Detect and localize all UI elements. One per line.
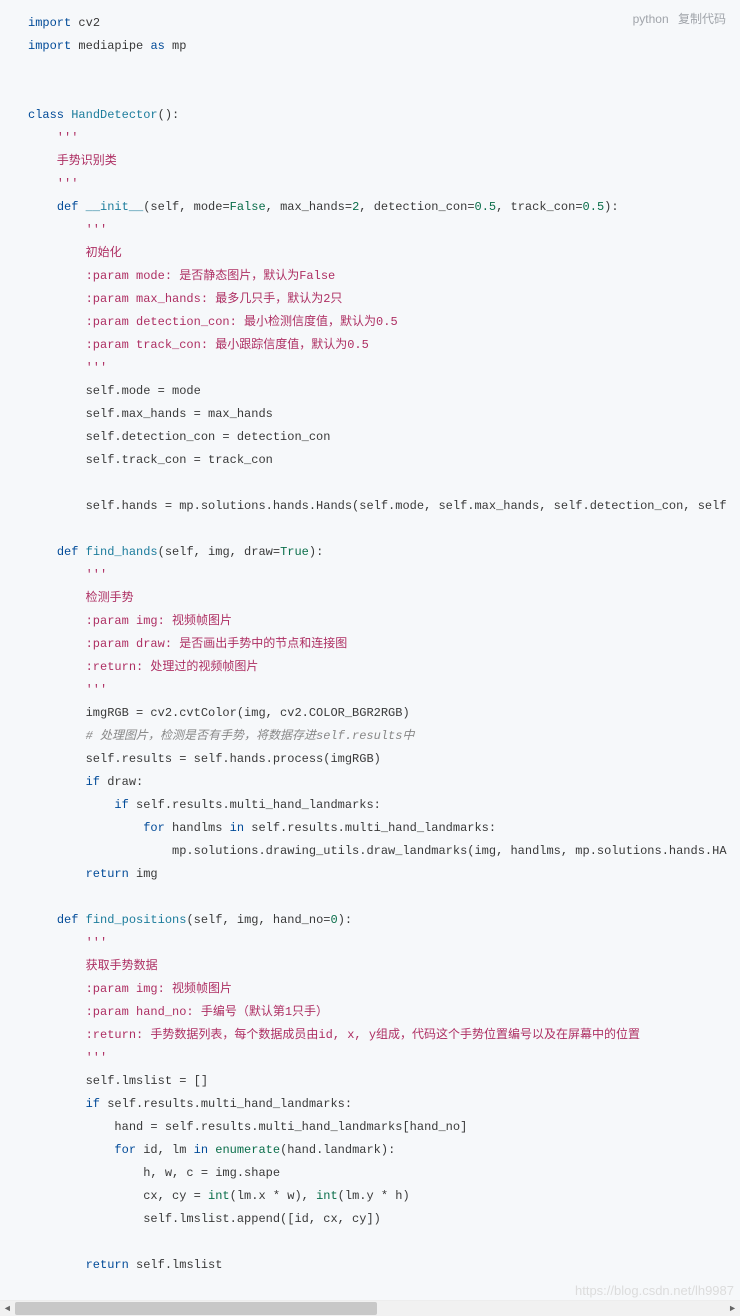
- docstring: ''': [28, 1051, 107, 1065]
- docstring: :param detection_con: 最小检测信度值，默认为0.5: [28, 315, 398, 329]
- scroll-track[interactable]: [15, 1301, 725, 1316]
- kw-def: def: [57, 200, 86, 214]
- code-block: import cv2 import mediapipe as mp class …: [0, 0, 740, 1289]
- fn-find-positions: find_positions: [86, 913, 187, 927]
- docstring: :return: 手势数据列表，每个数据成员由id, x, y组成，代码这个手势…: [28, 1028, 640, 1042]
- docstring: ''': [28, 568, 107, 582]
- docstring: :param max_hands: 最多几只手，默认为2只: [28, 292, 342, 306]
- docstring: ''': [28, 177, 78, 191]
- docstring: 初始化: [28, 246, 122, 260]
- horizontal-scrollbar[interactable]: ◄ ►: [0, 1300, 740, 1316]
- kw-def: def: [57, 545, 86, 559]
- kw-def: def: [57, 913, 86, 927]
- code-line: self.lmslist = []: [28, 1074, 208, 1088]
- kw-import: import: [28, 16, 71, 30]
- kw-import: import: [28, 39, 71, 53]
- comment: # 处理图片，检测是否有手势，将数据存进self.results中: [28, 729, 414, 743]
- docstring: :param img: 视频帧图片: [28, 614, 232, 628]
- code-line: self.lmslist.append([id, cx, cy]): [28, 1212, 381, 1226]
- docstring: ''': [28, 936, 107, 950]
- fn-find-hands: find_hands: [86, 545, 158, 559]
- docstring: :return: 处理过的视频帧图片: [28, 660, 258, 674]
- code-line: imgRGB = cv2.cvtColor(img, cv2.COLOR_BGR…: [28, 706, 410, 720]
- docstring: :param img: 视频帧图片: [28, 982, 232, 996]
- docstring: ''': [28, 223, 107, 237]
- docstring: 检测手势: [28, 591, 134, 605]
- docstring: :param hand_no: 手编号（默认第1只手）: [28, 1005, 328, 1019]
- class-name: HandDetector: [71, 108, 157, 122]
- docstring: ''': [28, 361, 107, 375]
- docstring: 手势识别类: [28, 154, 117, 168]
- docstring: :param draw: 是否画出手势中的节点和连接图: [28, 637, 347, 651]
- code-line: mp.solutions.drawing_utils.draw_landmark…: [28, 844, 727, 858]
- kw-as: as: [150, 39, 164, 53]
- code-line: hand = self.results.multi_hand_landmarks…: [28, 1120, 467, 1134]
- code-line: self.hands = mp.solutions.hands.Hands(se…: [28, 499, 727, 513]
- code-line: self.track_con = track_con: [28, 453, 273, 467]
- docstring: :param mode: 是否静态图片，默认为False: [28, 269, 335, 283]
- code-line: self.max_hands = max_hands: [28, 407, 273, 421]
- docstring: ''': [28, 683, 107, 697]
- scroll-thumb[interactable]: [15, 1302, 377, 1315]
- code-line: self.mode = mode: [28, 384, 201, 398]
- docstring: 获取手势数据: [28, 959, 158, 973]
- code-block-header: python 复制代码: [627, 10, 726, 27]
- kw-class: class: [28, 108, 71, 122]
- docstring: ''': [28, 131, 78, 145]
- code-line: h, w, c = img.shape: [28, 1166, 280, 1180]
- fn-init: __init__: [86, 200, 144, 214]
- code-line: self.detection_con = detection_con: [28, 430, 330, 444]
- docstring: :param track_con: 最小跟踪信度值，默认为0.5: [28, 338, 369, 352]
- scroll-left-button[interactable]: ◄: [0, 1301, 15, 1316]
- scroll-right-button[interactable]: ►: [725, 1301, 740, 1316]
- copy-code-button[interactable]: 复制代码: [678, 12, 726, 26]
- language-label: python: [633, 12, 669, 26]
- code-line: self.results = self.hands.process(imgRGB…: [28, 752, 381, 766]
